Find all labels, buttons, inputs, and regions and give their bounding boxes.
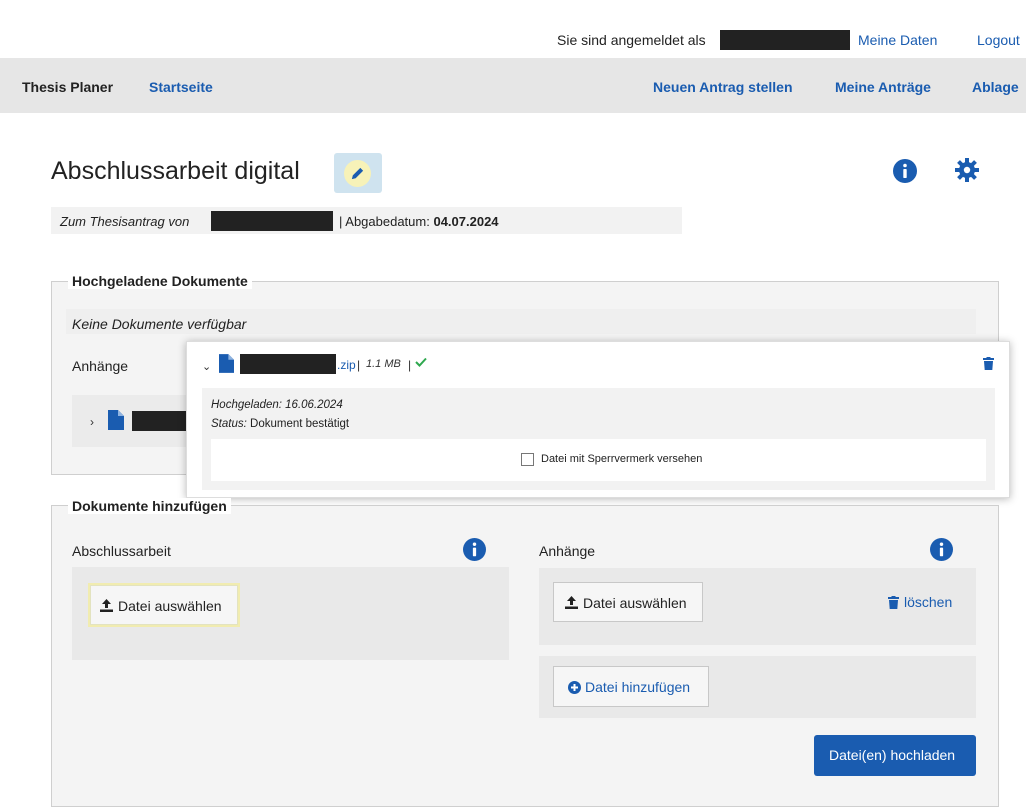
file-name-link[interactable]: .zip — [337, 358, 356, 372]
thesis-label: Abschlussarbeit — [72, 543, 171, 559]
upload-icon — [565, 596, 578, 609]
pencil-icon — [351, 167, 364, 180]
chevron-right-icon[interactable]: › — [90, 415, 94, 429]
brand-title[interactable]: Thesis Planer — [22, 79, 113, 95]
gear-icon[interactable] — [954, 157, 980, 183]
lock-notice-row: Datei mit Sperrvermerk versehen — [211, 439, 986, 481]
trash-icon — [888, 596, 899, 609]
redacted-filename — [240, 354, 336, 374]
file-status: Status: Dokument bestätigt — [211, 418, 350, 430]
upload-files-button[interactable]: Datei(en) hochladen — [814, 735, 976, 776]
check-icon — [415, 357, 427, 367]
upload-icon — [100, 599, 113, 612]
due-date: | Abgabedatum: 04.07.2024 — [339, 214, 499, 229]
nav-neuer-antrag[interactable]: Neuen Antrag stellen — [653, 79, 793, 95]
edit-title-button[interactable] — [334, 153, 382, 193]
file-icon — [219, 354, 234, 373]
redacted-username — [720, 30, 850, 50]
file-size: 1.1 MB — [366, 358, 401, 370]
chevron-down-icon[interactable]: ⌄ — [202, 360, 211, 373]
no-documents-text: Keine Dokumente verfügbar — [66, 309, 976, 334]
trash-icon[interactable] — [983, 357, 994, 370]
thesis-ref-label: Zum Thesisantrag von — [60, 214, 190, 229]
info-icon[interactable] — [930, 538, 953, 561]
file-icon — [108, 410, 124, 430]
uploaded-date: Hochgeladen: 16.06.2024 — [211, 399, 343, 411]
meine-daten-link[interactable]: Meine Daten — [858, 32, 937, 48]
lock-notice-label[interactable]: Datei mit Sperrvermerk versehen — [541, 453, 702, 465]
info-icon[interactable] — [463, 538, 486, 561]
logout-link[interactable]: Logout — [977, 32, 1020, 48]
logged-in-label: Sie sind angemeldet als — [557, 32, 706, 48]
thesis-reference-bar: Zum Thesisantrag von | Abgabedatum: 04.0… — [51, 207, 682, 234]
main-navbar: Thesis Planer Startseite Neuen Antrag st… — [0, 58, 1026, 113]
add-file-button[interactable]: Datei hinzufügen — [553, 666, 709, 707]
uploaded-documents-legend: Hochgeladene Dokumente — [68, 273, 252, 289]
lock-notice-checkbox[interactable] — [521, 453, 534, 466]
attachments-add-label: Anhänge — [539, 543, 596, 559]
thesis-choose-file-button[interactable]: Datei auswählen — [88, 583, 240, 627]
plus-circle-icon — [568, 681, 581, 694]
nav-meine-antraege[interactable]: Meine Anträge — [835, 79, 931, 95]
nav-ablage[interactable]: Ablage — [972, 79, 1019, 95]
add-documents-legend: Dokumente hinzufügen — [68, 498, 231, 514]
nav-startseite[interactable]: Startseite — [149, 79, 213, 95]
attachments-label: Anhänge — [72, 358, 129, 374]
file-detail-panel: Hochgeladen: 16.06.2024 Status: Dokument… — [202, 388, 995, 490]
info-icon[interactable] — [893, 159, 917, 183]
file-detail-popup: ⌄ .zip | 1.1 MB | Hochgeladen: 16.06.202… — [186, 341, 1010, 498]
page-title: Abschlussarbeit digital — [51, 157, 300, 185]
attachment-choose-file-button[interactable]: Datei auswählen — [553, 582, 703, 622]
redacted-name — [211, 211, 333, 231]
top-bar: Sie sind angemeldet als Meine Daten Logo… — [0, 0, 1026, 58]
redacted-filename — [132, 411, 192, 431]
attachment-file-row[interactable]: › — [72, 395, 192, 447]
